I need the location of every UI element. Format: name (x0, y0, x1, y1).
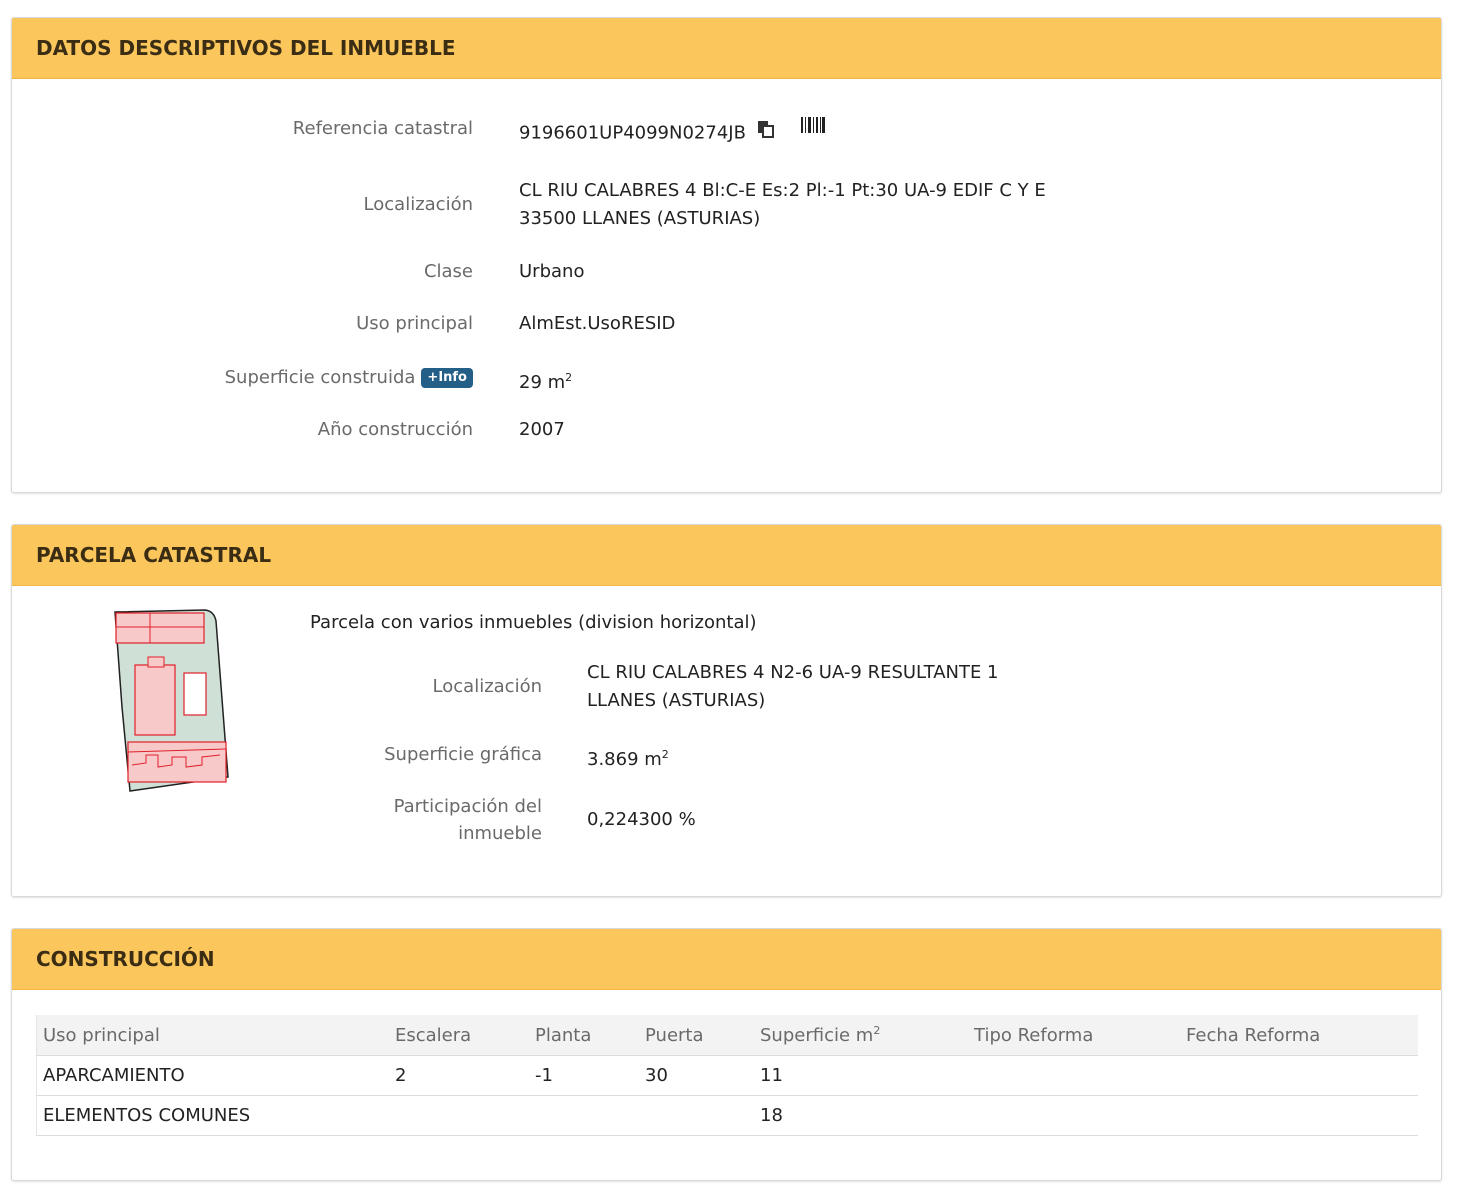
localizacion-value: CL RIU CALABRES 4 Bl:C-E Es:2 Pl:-1 Pt:3… (519, 177, 1046, 233)
participacion-label-line1: Participación del (393, 796, 542, 817)
superficie-construida-number: 29 m (519, 372, 566, 393)
cell-escalera (389, 1095, 529, 1136)
superficie-construida-label-row: Superficie construida +Info (225, 364, 473, 391)
participacion-label-line2: inmueble (458, 823, 542, 844)
construccion-panel: CONSTRUCCIÓN Uso principal Escalera Plan… (11, 928, 1442, 1181)
col-superficie: Superficie m2 (754, 1015, 968, 1056)
clase-label: Clase (423, 261, 473, 282)
col-superficie-label: Superficie m (760, 1025, 874, 1046)
parcela-localizacion-line2: LLANES (ASTURIAS) (587, 690, 766, 711)
cell-puerta (639, 1095, 754, 1136)
localizacion-label: Localización (363, 194, 473, 215)
datos-descriptivos-title: DATOS DESCRIPTIVOS DEL INMUEBLE (36, 36, 456, 60)
copy-icon[interactable] (756, 119, 776, 148)
localizacion-line1: CL RIU CALABRES 4 Bl:C-E Es:2 Pl:-1 Pt:3… (519, 180, 1046, 201)
cell-uso: APARCAMIENTO (36, 1055, 389, 1096)
construccion-header: CONSTRUCCIÓN (12, 929, 1441, 990)
parcela-catastral-title: PARCELA CATASTRAL (36, 543, 272, 567)
col-escalera: Escalera (389, 1015, 529, 1056)
referencia-value: 9196601UP4099N0274JB (519, 122, 746, 144)
barcode-icon[interactable] (801, 114, 826, 142)
cell-puerta: 30 (639, 1055, 754, 1096)
construccion-table: Uso principal Escalera Planta Puerta Sup… (36, 1015, 1418, 1136)
construccion-table-header: Uso principal Escalera Planta Puerta Sup… (36, 1015, 1418, 1056)
superficie-grafica-sup: 2 (661, 748, 669, 761)
superficie-grafica-value: 3.869 m2 (587, 741, 669, 774)
parcela-localizacion-line1: CL RIU CALABRES 4 N2-6 UA-9 RESULTANTE 1 (587, 662, 999, 683)
parcela-catastral-header: PARCELA CATASTRAL (12, 525, 1441, 586)
cell-tipo-reforma (968, 1095, 1180, 1136)
participacion-value: 0,224300 % (587, 809, 696, 830)
uso-principal-value: AlmEst.UsoRESID (519, 313, 676, 334)
cell-escalera: 2 (389, 1055, 529, 1096)
cell-fecha-reforma (1180, 1095, 1418, 1136)
parcel-map-thumbnail[interactable] (110, 607, 235, 796)
col-fecha-reforma: Fecha Reforma (1180, 1015, 1418, 1056)
cell-superficie: 11 (754, 1055, 968, 1096)
cell-fecha-reforma (1180, 1055, 1418, 1096)
cell-tipo-reforma (968, 1055, 1180, 1096)
anio-construccion-value: 2007 (519, 419, 565, 440)
referencia-label: Referencia catastral (292, 118, 473, 139)
info-button[interactable]: +Info (421, 368, 473, 388)
uso-principal-label: Uso principal (356, 313, 473, 334)
superficie-construida-value: 29 m2 (519, 364, 572, 397)
superficie-construida-label: Superficie construida (224, 367, 416, 388)
parcela-localizacion-label: Localización (432, 676, 542, 697)
clase-value: Urbano (519, 261, 585, 282)
table-row: APARCAMIENTO 2 -1 30 11 (36, 1055, 1418, 1096)
col-uso-principal: Uso principal (36, 1015, 389, 1056)
col-tipo-reforma: Tipo Reforma (968, 1015, 1180, 1056)
superficie-grafica-label: Superficie gráfica (384, 744, 542, 765)
cell-uso: ELEMENTOS COMUNES (36, 1095, 389, 1136)
col-superficie-sup: 2 (873, 1024, 881, 1037)
superficie-construida-sup: 2 (565, 371, 573, 384)
cell-planta (529, 1095, 639, 1136)
datos-descriptivos-header: DATOS DESCRIPTIVOS DEL INMUEBLE (12, 18, 1441, 79)
col-puerta: Puerta (639, 1015, 754, 1056)
cell-superficie: 18 (754, 1095, 968, 1136)
parcela-catastral-panel: PARCELA CATASTRAL Parcela con varios inm… (11, 524, 1442, 897)
construccion-title: CONSTRUCCIÓN (36, 947, 215, 971)
localizacion-line2: 33500 LLANES (ASTURIAS) (519, 208, 761, 229)
referencia-value-row: 9196601UP4099N0274JB (519, 116, 826, 148)
anio-construccion-label: Año construcción (317, 419, 473, 440)
participacion-label: Participación del inmueble (394, 793, 542, 847)
cell-planta: -1 (529, 1055, 639, 1096)
superficie-grafica-number: 3.869 m (587, 749, 662, 770)
parcela-localizacion-value: CL RIU CALABRES 4 N2-6 UA-9 RESULTANTE 1… (587, 659, 999, 715)
col-planta: Planta (529, 1015, 639, 1056)
parcela-descripcion: Parcela con varios inmuebles (division h… (310, 612, 757, 633)
table-row: ELEMENTOS COMUNES 18 (36, 1095, 1418, 1136)
datos-descriptivos-panel: DATOS DESCRIPTIVOS DEL INMUEBLE Referenc… (11, 17, 1442, 493)
